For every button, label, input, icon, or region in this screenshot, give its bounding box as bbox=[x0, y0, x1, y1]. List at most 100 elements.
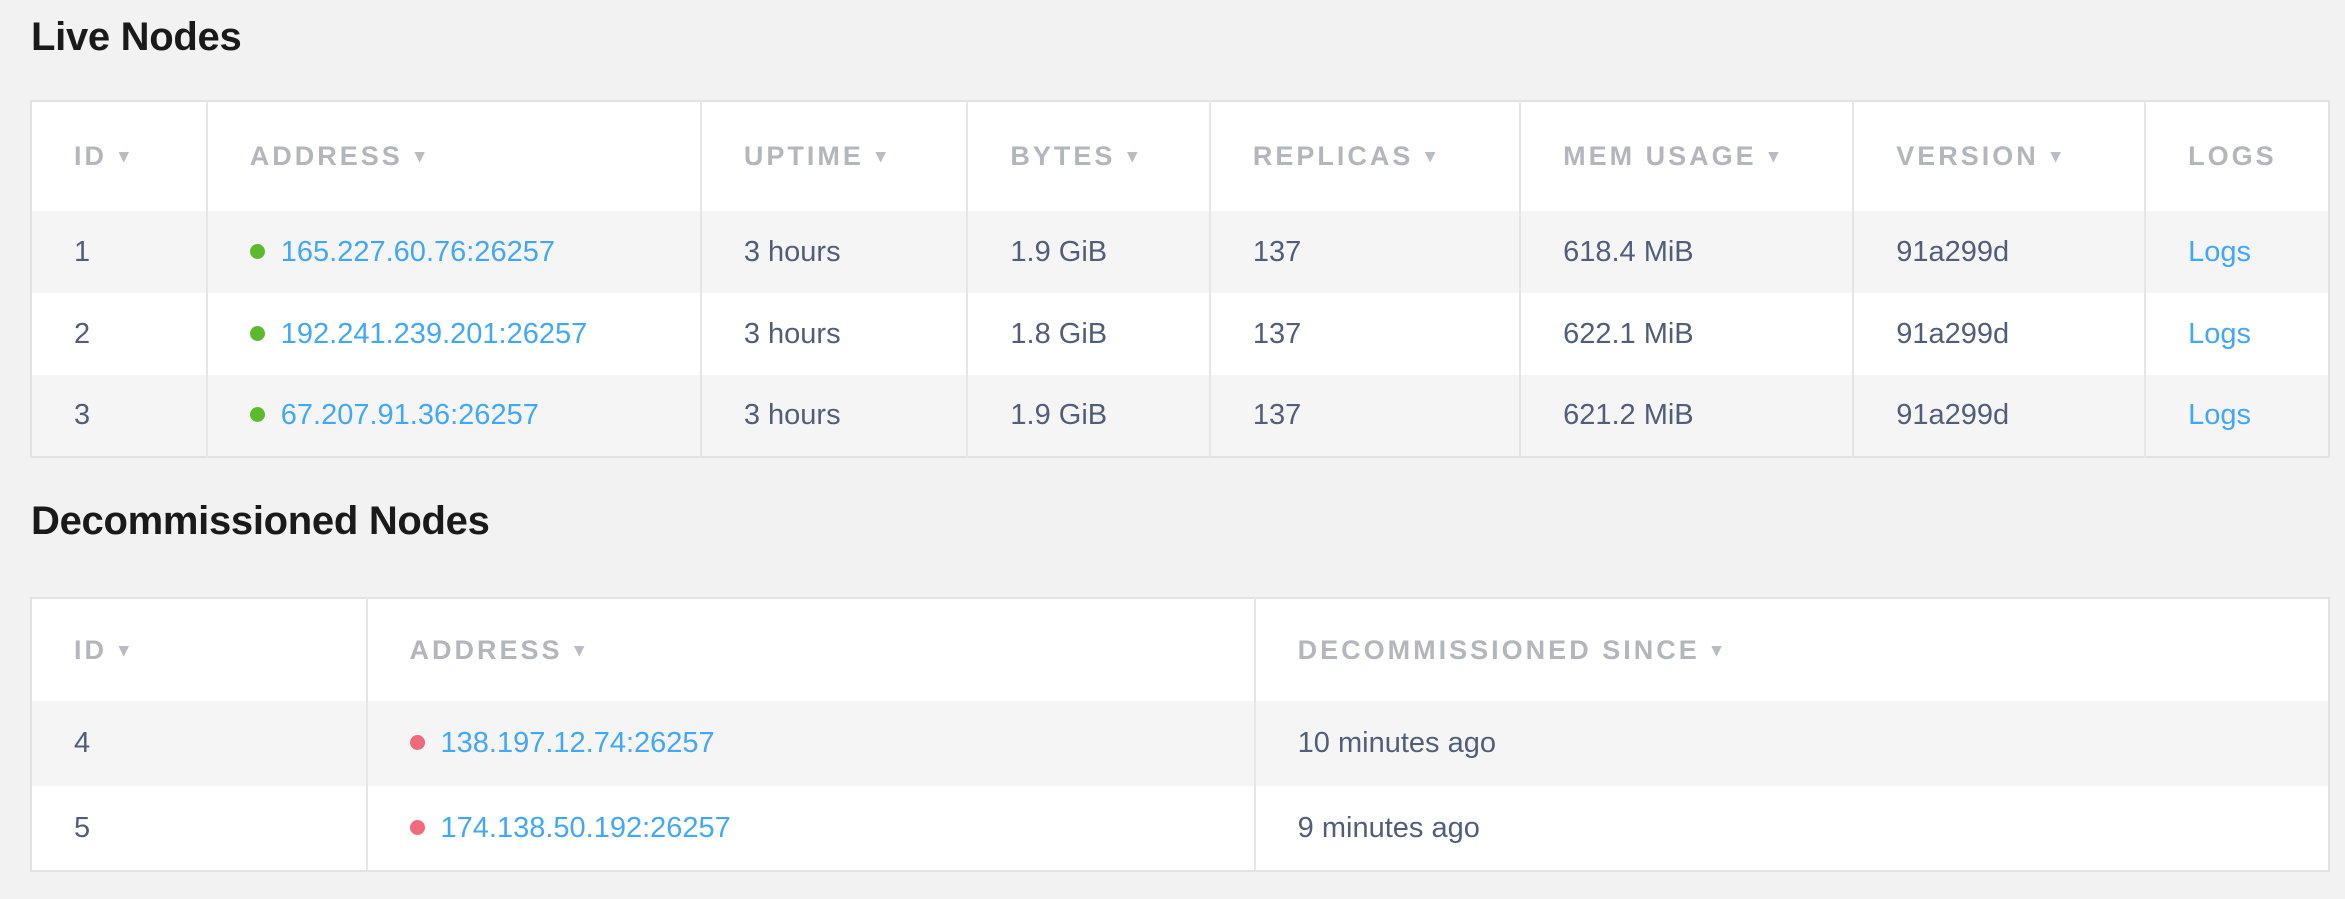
decommissioned-since: 9 minutes ago bbox=[1298, 812, 1480, 844]
node-decommissioned-status-icon bbox=[410, 820, 425, 835]
node-address-link[interactable]: 165.227.60.76:26257 bbox=[281, 236, 555, 268]
node-bytes: 1.9 GiB bbox=[1010, 399, 1107, 431]
column-header-label: VERSION bbox=[1896, 141, 2039, 171]
logs-link[interactable]: Logs bbox=[2188, 318, 2251, 350]
cell-node-id: 1 bbox=[31, 211, 207, 293]
column-header-label: REPLICAS bbox=[1253, 141, 1414, 171]
column-header-label: LOGS bbox=[2188, 141, 2277, 171]
cell-node-address: 138.197.12.74:26257 bbox=[367, 701, 1255, 786]
node-id: 4 bbox=[74, 727, 90, 759]
node-id: 3 bbox=[74, 399, 90, 431]
node-mem-usage: 621.2 MiB bbox=[1563, 399, 1694, 431]
cell-node-replicas: 137 bbox=[1210, 375, 1520, 457]
node-replicas: 137 bbox=[1253, 236, 1301, 268]
column-header-label: BYTES bbox=[1010, 141, 1115, 171]
cell-node-id: 5 bbox=[31, 786, 367, 871]
column-header-decommissioned-since[interactable]: DECOMMISSIONED SINCE ▾ bbox=[1255, 598, 2329, 701]
logs-link[interactable]: Logs bbox=[2188, 399, 2251, 431]
column-header-label: UPTIME bbox=[744, 141, 864, 171]
node-replicas: 137 bbox=[1253, 399, 1301, 431]
node-live-status-icon bbox=[250, 326, 265, 341]
node-replicas: 137 bbox=[1253, 318, 1301, 350]
node-version: 91a299d bbox=[1896, 236, 2009, 268]
column-header-label: ADDRESS bbox=[250, 141, 403, 171]
live-node-row: 2 192.241.239.201:26257 3 hours 1.8 GiB … bbox=[31, 293, 2329, 375]
cell-node-id: 2 bbox=[31, 293, 207, 375]
node-address-link[interactable]: 192.241.239.201:26257 bbox=[281, 318, 587, 350]
decommissioned-since: 10 minutes ago bbox=[1298, 727, 1496, 759]
logs-link[interactable]: Logs bbox=[2188, 236, 2251, 268]
node-version: 91a299d bbox=[1896, 399, 2009, 431]
sort-down-icon: ▾ bbox=[1769, 146, 1779, 167]
column-header-uptime[interactable]: UPTIME ▾ bbox=[701, 101, 968, 211]
column-header-address[interactable]: ADDRESS ▾ bbox=[207, 101, 701, 211]
column-header-address[interactable]: ADDRESS ▾ bbox=[367, 598, 1255, 701]
cell-node-uptime: 3 hours bbox=[701, 293, 968, 375]
live-nodes-table: ID ▾ ADDRESS ▾ UPTIME ▾ BYTES ▾ REPLICAS ▾ ME… bbox=[30, 100, 2330, 458]
sort-down-icon: ▾ bbox=[415, 146, 425, 167]
node-uptime: 3 hours bbox=[744, 236, 841, 268]
sort-down-icon: ▾ bbox=[876, 146, 886, 167]
cell-node-mem-usage: 622.1 MiB bbox=[1520, 293, 1853, 375]
cell-node-bytes: 1.9 GiB bbox=[967, 375, 1209, 457]
column-header-mem-usage[interactable]: MEM USAGE ▾ bbox=[1520, 101, 1853, 211]
sort-down-icon: ▾ bbox=[1712, 640, 1722, 661]
node-version: 91a299d bbox=[1896, 318, 2009, 350]
sort-down-icon: ▾ bbox=[575, 640, 585, 661]
live-nodes-title: Live Nodes bbox=[31, 13, 2345, 61]
cell-decommissioned-since: 10 minutes ago bbox=[1255, 701, 2329, 786]
column-header-logs: LOGS bbox=[2145, 101, 2329, 211]
live-node-row: 1 165.227.60.76:26257 3 hours 1.9 GiB 13… bbox=[31, 211, 2329, 293]
node-decommissioned-status-icon bbox=[410, 735, 425, 750]
node-address-link[interactable]: 174.138.50.192:26257 bbox=[441, 812, 731, 844]
cell-node-version: 91a299d bbox=[1853, 375, 2145, 457]
cell-node-bytes: 1.8 GiB bbox=[967, 293, 1209, 375]
sort-down-icon: ▾ bbox=[1425, 146, 1435, 167]
cell-node-logs: Logs bbox=[2145, 375, 2329, 457]
cell-node-bytes: 1.9 GiB bbox=[967, 211, 1209, 293]
decommissioned-node-row: 5 174.138.50.192:26257 9 minutes ago bbox=[31, 786, 2329, 871]
live-node-row: 3 67.207.91.36:26257 3 hours 1.9 GiB 137… bbox=[31, 375, 2329, 457]
column-header-label: DECOMMISSIONED SINCE bbox=[1298, 635, 1700, 665]
node-mem-usage: 622.1 MiB bbox=[1563, 318, 1694, 350]
node-bytes: 1.8 GiB bbox=[1010, 318, 1107, 350]
node-live-status-icon bbox=[250, 244, 265, 259]
live-table-header-row: ID ▾ ADDRESS ▾ UPTIME ▾ BYTES ▾ REPLICAS ▾ ME… bbox=[31, 101, 2329, 211]
node-id: 1 bbox=[74, 236, 90, 268]
cell-node-version: 91a299d bbox=[1853, 293, 2145, 375]
cell-node-address: 192.241.239.201:26257 bbox=[207, 293, 701, 375]
column-header-id[interactable]: ID▾ bbox=[31, 598, 367, 701]
cell-node-logs: Logs bbox=[2145, 211, 2329, 293]
decom-table-header-row: ID▾ ADDRESS ▾ DECOMMISSIONED SINCE ▾ bbox=[31, 598, 2329, 701]
cell-node-replicas: 137 bbox=[1210, 211, 1520, 293]
node-id: 2 bbox=[74, 318, 90, 350]
sort-down-icon: ▾ bbox=[1127, 146, 1137, 167]
cell-node-id: 3 bbox=[31, 375, 207, 457]
node-address-link[interactable]: 67.207.91.36:26257 bbox=[281, 399, 539, 431]
node-id: 5 bbox=[74, 812, 90, 844]
node-live-status-icon bbox=[250, 407, 265, 422]
column-header-label: ADDRESS bbox=[410, 635, 563, 665]
node-address-link[interactable]: 138.197.12.74:26257 bbox=[441, 727, 715, 759]
column-header-replicas[interactable]: REPLICAS ▾ bbox=[1210, 101, 1520, 211]
cell-node-mem-usage: 621.2 MiB bbox=[1520, 375, 1853, 457]
cell-node-address: 67.207.91.36:26257 bbox=[207, 375, 701, 457]
cell-node-id: 4 bbox=[31, 701, 367, 786]
column-header-label: ID bbox=[74, 141, 107, 171]
node-uptime: 3 hours bbox=[744, 318, 841, 350]
column-header-bytes[interactable]: BYTES ▾ bbox=[967, 101, 1209, 211]
cell-decommissioned-since: 9 minutes ago bbox=[1255, 786, 2329, 871]
column-header-id[interactable]: ID ▾ bbox=[31, 101, 207, 211]
column-header-version[interactable]: VERSION▾ bbox=[1853, 101, 2145, 211]
node-list-page: Live Nodes ID ▾ ADDRESS ▾ UPTIME ▾ BYTES ▾ R… bbox=[0, 13, 2345, 872]
decommissioned-nodes-title: Decommissioned Nodes bbox=[31, 497, 2345, 545]
cell-node-version: 91a299d bbox=[1853, 211, 2145, 293]
decommissioned-nodes-table: ID▾ ADDRESS ▾ DECOMMISSIONED SINCE ▾ 4 138… bbox=[30, 597, 2330, 872]
cell-node-address: 165.227.60.76:26257 bbox=[207, 211, 701, 293]
column-header-label: ID bbox=[74, 635, 107, 665]
cell-node-address: 174.138.50.192:26257 bbox=[367, 786, 1255, 871]
node-mem-usage: 618.4 MiB bbox=[1563, 236, 1694, 268]
sort-down-icon: ▾ bbox=[119, 146, 129, 167]
cell-node-uptime: 3 hours bbox=[701, 211, 968, 293]
column-header-label: MEM USAGE bbox=[1563, 141, 1757, 171]
